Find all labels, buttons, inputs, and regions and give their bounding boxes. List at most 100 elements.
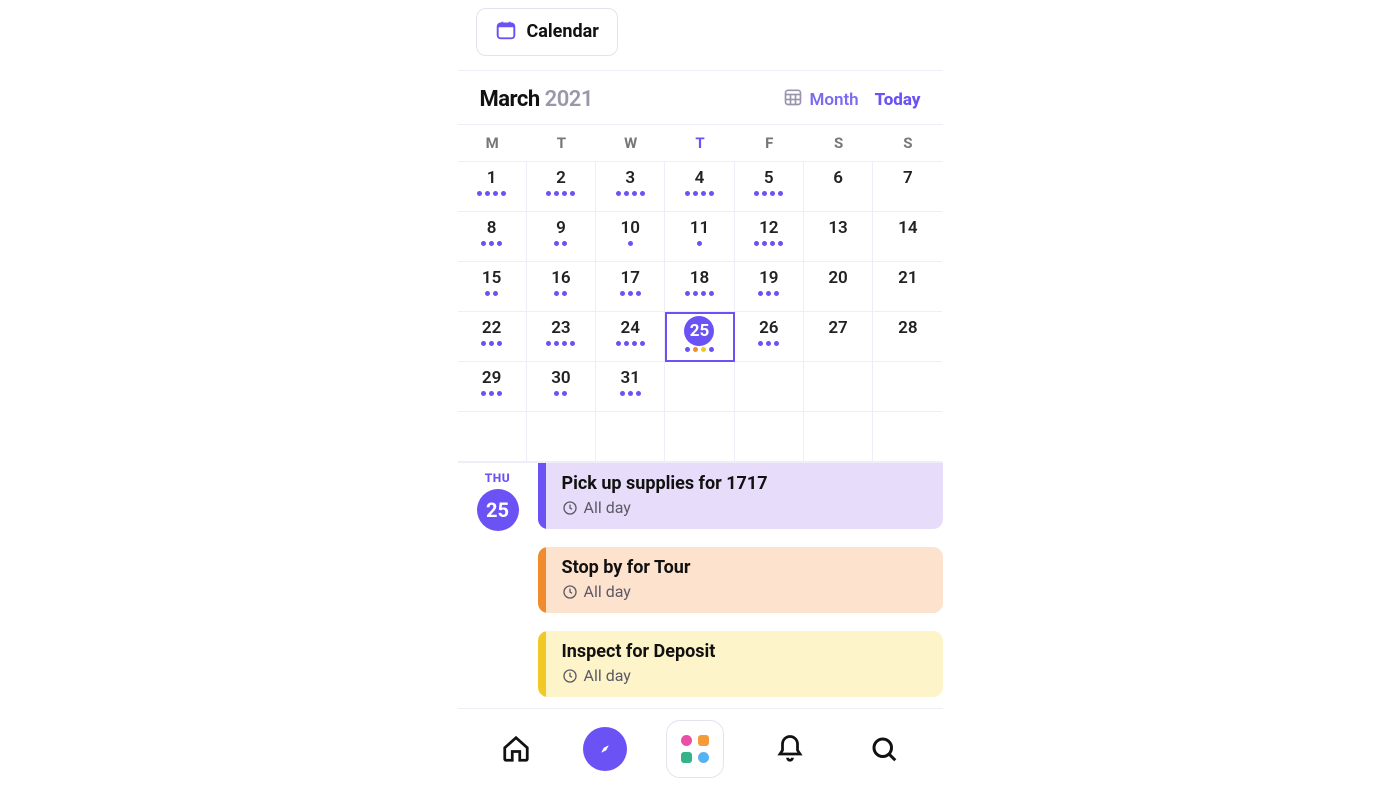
day-cell[interactable]: 24 xyxy=(596,312,665,362)
event-card[interactable]: Pick up supplies for 1717 All day xyxy=(538,463,943,529)
apps-icon xyxy=(681,735,709,763)
compass-icon xyxy=(594,738,616,760)
day-number: 13 xyxy=(828,218,847,238)
day-number: 29 xyxy=(482,368,501,388)
event-card[interactable]: Stop by for TourAll day xyxy=(538,547,943,613)
event-dots xyxy=(758,341,779,346)
day-cell[interactable]: 20 xyxy=(804,262,873,312)
nav-explore[interactable] xyxy=(583,727,627,771)
view-toggle[interactable]: Month xyxy=(783,87,858,112)
day-cell xyxy=(873,362,942,412)
dow-header: S xyxy=(804,125,873,161)
day-cell[interactable]: 4 xyxy=(665,162,734,212)
selected-day-label: THU 25 xyxy=(458,463,538,531)
day-cell[interactable]: 12 xyxy=(735,212,804,262)
event-time: All day xyxy=(562,498,927,517)
bell-icon xyxy=(775,734,805,764)
dow-header: F xyxy=(735,125,804,161)
today-button[interactable]: Today xyxy=(875,90,921,110)
day-cell[interactable]: 29 xyxy=(458,362,527,412)
day-cell[interactable]: 7 xyxy=(873,162,942,212)
event-color-bar xyxy=(538,463,546,529)
day-number: 17 xyxy=(620,268,639,288)
day-cell[interactable]: 17 xyxy=(596,262,665,312)
day-number: 27 xyxy=(828,318,847,338)
day-number: 8 xyxy=(487,218,497,238)
event-dots xyxy=(546,341,575,346)
day-cell[interactable]: 31 xyxy=(596,362,665,412)
day-cell[interactable]: 28 xyxy=(873,312,942,362)
day-cell[interactable]: 19 xyxy=(735,262,804,312)
dow-header: T xyxy=(665,125,734,161)
day-cell[interactable]: 11 xyxy=(665,212,734,262)
day-cell[interactable]: 21 xyxy=(873,262,942,312)
day-cell xyxy=(804,412,873,462)
month-label: March xyxy=(480,87,540,112)
day-cell[interactable]: 6 xyxy=(804,162,873,212)
event-dots xyxy=(481,341,502,346)
event-dots xyxy=(616,191,645,196)
month-header: March 2021 Month Today xyxy=(458,70,943,124)
event-title: Pick up supplies for 1717 xyxy=(562,473,927,494)
event-dots xyxy=(685,191,714,196)
day-cell[interactable]: 14 xyxy=(873,212,942,262)
event-dots xyxy=(554,391,567,396)
day-cell[interactable]: 23 xyxy=(527,312,596,362)
day-number: 11 xyxy=(690,218,709,238)
day-cell[interactable]: 16 xyxy=(527,262,596,312)
day-cell[interactable]: 5 xyxy=(735,162,804,212)
year-label: 2021 xyxy=(545,87,593,112)
day-cell[interactable]: 25 xyxy=(665,312,734,362)
event-card[interactable]: Inspect for DepositAll day xyxy=(538,631,943,697)
search-icon xyxy=(869,734,899,764)
day-cell[interactable]: 27 xyxy=(804,312,873,362)
dow-header: S xyxy=(873,125,942,161)
nav-home[interactable] xyxy=(489,722,543,776)
event-dots xyxy=(554,291,567,296)
day-cell[interactable]: 3 xyxy=(596,162,665,212)
day-number: 28 xyxy=(898,318,917,338)
day-cell[interactable]: 26 xyxy=(735,312,804,362)
day-number: 3 xyxy=(625,168,635,188)
calendar-tab-label: Calendar xyxy=(527,23,599,41)
calendar-grid-icon xyxy=(783,87,803,112)
day-number: 31 xyxy=(620,368,639,388)
day-cell[interactable]: 13 xyxy=(804,212,873,262)
day-number: 19 xyxy=(759,268,778,288)
day-number: 24 xyxy=(620,318,639,338)
nav-notifications[interactable] xyxy=(763,722,817,776)
day-cell[interactable]: 9 xyxy=(527,212,596,262)
day-number: 20 xyxy=(828,268,847,288)
dow-header: T xyxy=(527,125,596,161)
day-number: 18 xyxy=(690,268,709,288)
event-time: All day xyxy=(562,666,927,685)
event-dots xyxy=(754,241,783,246)
day-cell[interactable]: 18 xyxy=(665,262,734,312)
clock-icon xyxy=(562,584,578,600)
calendar-tab[interactable]: Calendar xyxy=(476,8,618,56)
day-number: 5 xyxy=(764,168,774,188)
day-cell xyxy=(873,412,942,462)
day-cell[interactable]: 30 xyxy=(527,362,596,412)
day-number: 1 xyxy=(487,168,497,188)
nav-search[interactable] xyxy=(857,722,911,776)
month-year-label: March 2021 xyxy=(480,87,593,112)
event-dots xyxy=(685,291,714,296)
day-cell[interactable]: 1 xyxy=(458,162,527,212)
day-cell[interactable]: 22 xyxy=(458,312,527,362)
day-cell[interactable]: 10 xyxy=(596,212,665,262)
event-dots xyxy=(554,241,567,246)
day-cell[interactable]: 8 xyxy=(458,212,527,262)
event-dots xyxy=(620,291,641,296)
clock-icon xyxy=(562,500,578,516)
event-dots xyxy=(616,341,645,346)
day-number: 4 xyxy=(695,168,705,188)
day-number: 9 xyxy=(556,218,566,238)
day-cell[interactable]: 15 xyxy=(458,262,527,312)
event-dots xyxy=(481,391,502,396)
nav-apps[interactable] xyxy=(666,720,724,778)
day-cell[interactable]: 2 xyxy=(527,162,596,212)
day-number: 7 xyxy=(903,168,913,188)
event-time: All day xyxy=(562,582,927,601)
day-cell xyxy=(458,412,527,462)
